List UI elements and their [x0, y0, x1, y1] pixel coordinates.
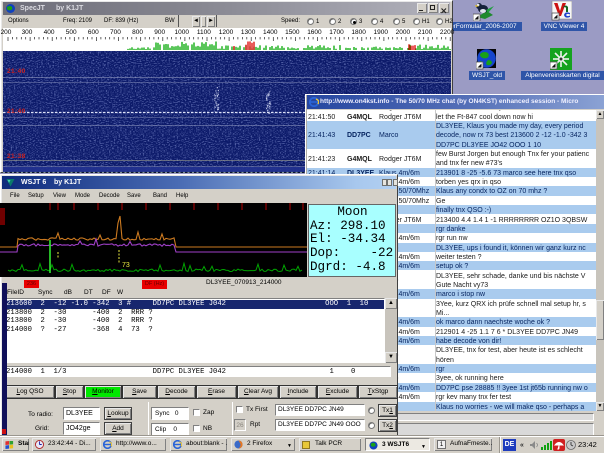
svg-text:73: 73	[122, 262, 130, 269]
